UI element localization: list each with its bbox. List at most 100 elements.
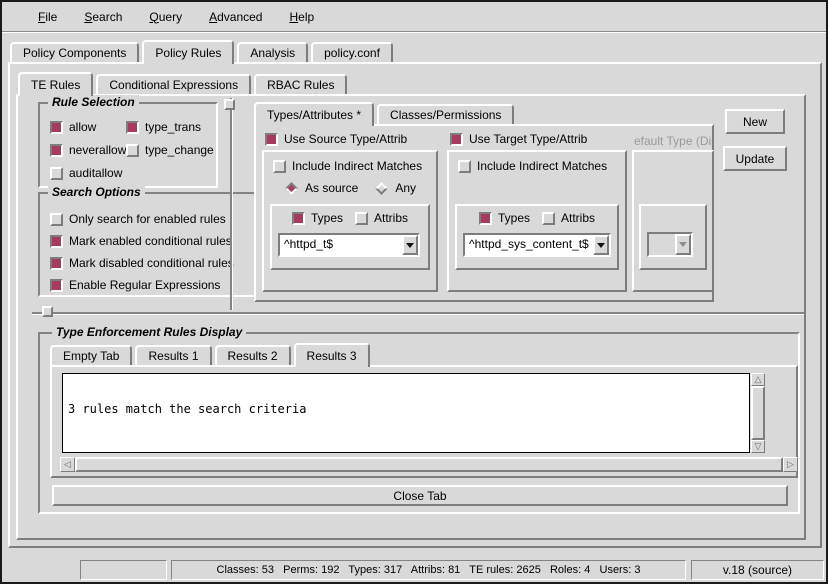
checkbox-use-source-type[interactable]: Use Source Type/Attrib	[265, 132, 407, 146]
checkbox-indicator	[458, 160, 471, 173]
horizontal-sash-handle[interactable]	[42, 306, 53, 317]
menu-search-rest: earch	[92, 10, 122, 24]
checkbox-label: neverallow	[69, 143, 126, 157]
source-radio-group: As source Any	[284, 181, 416, 195]
results-display-title: Type Enforcement Rules Display	[52, 325, 246, 339]
menu-help[interactable]: Help	[289, 10, 314, 24]
checkbox-only-enabled-rules[interactable]: Only search for enabled rules	[50, 212, 258, 226]
update-button[interactable]: Update	[723, 146, 787, 171]
blank-line	[68, 442, 744, 453]
results-textarea[interactable]: 3 rules match the search criteria (5822)…	[62, 373, 750, 453]
checkbox-label: Mark enabled conditional rules	[69, 234, 232, 248]
menu-query[interactable]: Query	[149, 10, 182, 24]
radio-any[interactable]: Any	[374, 181, 416, 195]
source-type-combo-value[interactable]: ^httpd_t$	[280, 235, 402, 255]
checkbox-auditallow[interactable]: auditallow	[50, 166, 126, 180]
checkbox-mark-enabled-conditional[interactable]: Mark enabled conditional rules	[50, 234, 258, 248]
checkbox-indicator	[50, 167, 63, 180]
default-combo-dropdown-button	[675, 234, 691, 255]
vertical-scroll-thumb[interactable]	[751, 386, 765, 440]
checkbox-indicator	[50, 279, 63, 292]
checkbox-indicator	[292, 212, 305, 225]
checkbox-label: Include Indirect Matches	[292, 159, 422, 173]
checkbox-label: Enable Regular Expressions	[69, 278, 220, 292]
checkbox-source-types[interactable]: Types	[292, 211, 343, 225]
checkbox-indicator	[50, 257, 63, 270]
results-tabs: Empty Tab Results 1 Results 2 Results 3	[50, 343, 373, 365]
checkbox-indicator	[50, 235, 63, 248]
tab-policy-conf[interactable]: policy.conf	[311, 42, 393, 62]
types-attributes-tabs: Types/Attributes * Classes/Permissions	[254, 101, 517, 124]
tab-classes-permissions[interactable]: Classes/Permissions	[377, 104, 514, 124]
checkbox-source-attribs[interactable]: Attribs	[355, 211, 408, 225]
results-vertical-scrollbar[interactable]: △ ▽	[751, 373, 765, 453]
main-tabs: Policy Components Policy Rules Analysis …	[10, 39, 396, 62]
menu-advanced[interactable]: Advanced	[209, 10, 262, 24]
checkbox-include-indirect-target[interactable]: Include Indirect Matches	[458, 159, 607, 173]
checkbox-label: Types	[498, 211, 530, 225]
tab-results-3[interactable]: Results 3	[294, 343, 370, 367]
checkbox-indicator	[450, 133, 463, 146]
tab-te-rules[interactable]: TE Rules	[18, 72, 93, 96]
tab-policy-components[interactable]: Policy Components	[10, 42, 139, 62]
checkbox-allow[interactable]: allow	[50, 120, 126, 134]
radio-label: Any	[395, 181, 416, 195]
results-horizontal-scrollbar[interactable]: ◁ ▷	[60, 457, 798, 472]
checkbox-label: Types	[311, 211, 343, 225]
vertical-sash	[230, 98, 232, 310]
vertical-sash-handle[interactable]	[224, 99, 235, 110]
checkbox-neverallow[interactable]: neverallow	[50, 143, 126, 157]
checkbox-label: allow	[69, 120, 96, 134]
apol-window: File Search Query Advanced Help Policy C…	[0, 0, 828, 584]
menu-file-rest: ile	[45, 10, 57, 24]
tab-policy-rules[interactable]: Policy Rules	[142, 40, 234, 64]
status-version: v.18 (source)	[691, 560, 824, 580]
scroll-up-icon[interactable]: △	[751, 373, 765, 386]
checkbox-type-change[interactable]: type_change	[126, 143, 214, 157]
checkbox-indicator	[542, 212, 555, 225]
source-combo-dropdown-button[interactable]	[402, 235, 418, 255]
rule-selection-group: Rule Selection allow type_trans neverall…	[38, 102, 218, 188]
target-type-combo[interactable]: ^httpd_sys_content_t$	[463, 233, 611, 257]
search-options-title: Search Options	[48, 185, 145, 199]
checkbox-use-target-type[interactable]: Use Target Type/Attrib	[450, 132, 587, 146]
tab-analysis[interactable]: Analysis	[237, 42, 308, 62]
new-button[interactable]: New	[725, 109, 785, 134]
tab-empty[interactable]: Empty Tab	[50, 345, 132, 365]
tab-types-attributes[interactable]: Types/Attributes *	[254, 102, 374, 126]
target-type-combo-value[interactable]: ^httpd_sys_content_t$	[465, 235, 593, 255]
horizontal-scroll-thumb[interactable]	[75, 457, 783, 472]
results-summary: 3 rules match the search criteria	[68, 403, 744, 416]
checkbox-indicator	[50, 213, 63, 226]
target-combo-dropdown-button[interactable]	[593, 235, 609, 255]
menu-search[interactable]: Search	[84, 10, 122, 24]
checkbox-target-attribs[interactable]: Attribs	[542, 211, 595, 225]
checkbox-enable-regex[interactable]: Enable Regular Expressions	[50, 278, 258, 292]
tab-rbac-rules[interactable]: RBAC Rules	[254, 74, 347, 94]
menu-advanced-accel: A	[209, 10, 217, 24]
scroll-right-icon[interactable]: ▷	[783, 457, 798, 472]
checkbox-include-indirect-source[interactable]: Include Indirect Matches	[273, 159, 422, 173]
scroll-down-icon[interactable]: ▽	[751, 440, 765, 453]
checkbox-indicator	[50, 121, 63, 134]
menu-query-accel: Q	[149, 10, 158, 24]
tab-results-2[interactable]: Results 2	[215, 345, 291, 365]
source-types-row: Types Attribs	[272, 211, 428, 225]
menu-help-rest: elp	[298, 10, 314, 24]
tab-results-1[interactable]: Results 1	[135, 345, 211, 365]
checkbox-type-trans[interactable]: type_trans	[126, 120, 214, 134]
checkbox-target-types[interactable]: Types	[479, 211, 530, 225]
close-tab-button[interactable]: Close Tab	[52, 485, 788, 506]
scroll-left-icon[interactable]: ◁	[60, 457, 75, 472]
rules-tabs: TE Rules Conditional Expressions RBAC Ru…	[18, 72, 350, 94]
radio-as-source[interactable]: As source	[284, 181, 358, 195]
source-type-combo[interactable]: ^httpd_t$	[278, 233, 420, 257]
menu-query-rest: uery	[159, 10, 182, 24]
rule-selection-options: allow type_trans neverallow type_change …	[40, 104, 216, 184]
radio-indicator	[375, 182, 388, 195]
menu-file[interactable]: File	[38, 10, 57, 24]
tab-conditional-expressions[interactable]: Conditional Expressions	[96, 74, 251, 94]
checkbox-indicator	[126, 121, 139, 134]
checkbox-label: auditallow	[69, 166, 122, 180]
checkbox-mark-disabled-conditional[interactable]: Mark disabled conditional rules	[50, 256, 258, 270]
